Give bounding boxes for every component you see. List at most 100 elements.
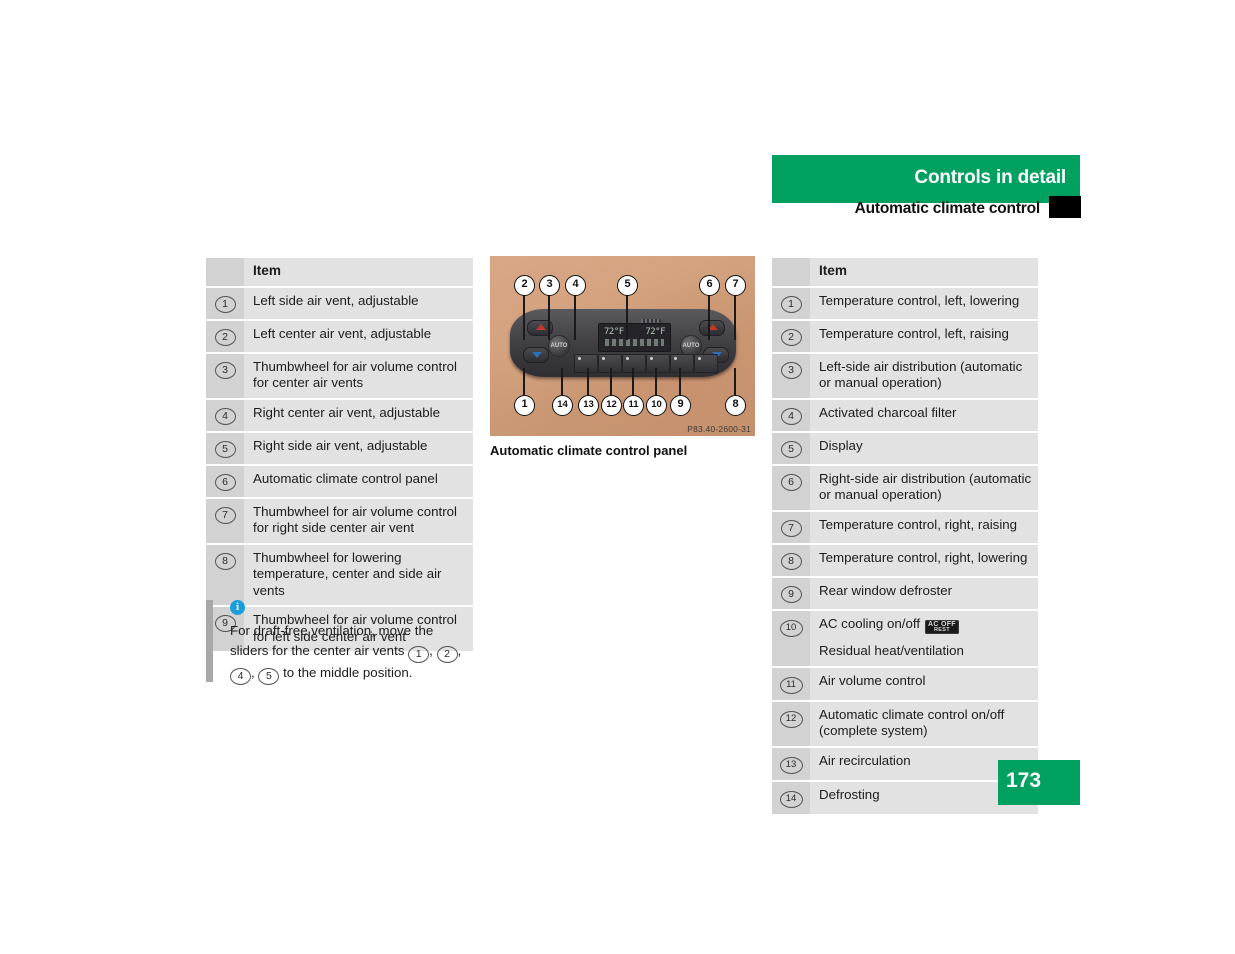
circled-number: 10 — [779, 619, 803, 637]
table-row: 11 Air volume control — [772, 666, 1038, 702]
callout-leader-line — [523, 293, 525, 340]
circled-number: 2 — [214, 328, 236, 346]
callout-leader-line — [734, 368, 736, 395]
table-row: 7 Thumbwheel for air volume control for r… — [206, 497, 473, 545]
table-row: 4 Right center air vent, adjustable — [206, 398, 473, 433]
row-item-text: Display — [819, 437, 863, 453]
table-header-row: Item — [772, 258, 1038, 288]
note-text: For draft-free ventilation, move the sli… — [230, 621, 472, 685]
figure-callout-4: 4 — [565, 275, 586, 296]
circled-number: 12 — [779, 710, 803, 728]
display-airflow-indicator-icon — [605, 339, 664, 346]
row-item-text: Temperature control, left, lowering — [819, 292, 1020, 308]
row-item-cell: Automatic climate control panel — [244, 464, 473, 499]
callout-leader-line — [587, 368, 589, 395]
climate-display: 72°F 72°F — [598, 323, 671, 352]
row-item-text: Right-side air distribution (automatic o… — [819, 470, 1032, 503]
row-item-cell: AC cooling on/off AC OFF REST Residual heat… — [810, 609, 1038, 668]
row-item-cell: Temperature control, left, lowering — [810, 286, 1038, 321]
row-item-cell: Display — [810, 431, 1038, 466]
row-number-cell: 6 — [772, 464, 810, 512]
table-row: 8 Temperature control, right, lowering — [772, 543, 1038, 578]
table-row: 1 Left side air vent, adjustable — [206, 286, 473, 321]
figure-reference-number: P83.40-2600-31 — [687, 424, 751, 434]
column-header-item: Item — [244, 258, 473, 288]
row-item-cell: Right center air vent, adjustable — [244, 398, 473, 433]
defrost-button-icon — [574, 354, 598, 373]
row-item-text: Right side air vent, adjustable — [253, 437, 428, 453]
callout-leader-line — [548, 293, 550, 340]
row-item-text: Thumbwheel for lowering temperature, cen… — [253, 549, 442, 598]
row-number-cell: 3 — [206, 352, 244, 400]
table-row: 6 Automatic climate control panel — [206, 464, 473, 499]
circled-number: 5 — [258, 667, 280, 685]
note-content: i For draft-free ventilation, move the s… — [230, 600, 472, 685]
row-item-cell: Air volume control — [810, 666, 1038, 702]
row-item-cell: Left-side air distribution (automatic or… — [810, 352, 1038, 400]
table-row: 2 Left center air vent, adjustable — [206, 319, 473, 354]
row-item-text: Left-side air distribution (automatic or… — [819, 358, 1023, 391]
figure-image: AUTO AUTO 72°F 72°F 2 3 4 5 6 7 1 14 13 12 11 10 9 8 … — [490, 256, 755, 436]
row-item-text: Left side air vent, adjustable — [253, 292, 419, 308]
circled-number: 5 — [214, 440, 236, 458]
circled-number: 1 — [214, 295, 236, 313]
display-left-temperature: 72°F — [604, 327, 624, 337]
callout-leader-line — [626, 293, 628, 340]
table-row: 6 Right-side air distribution (automatic … — [772, 464, 1038, 512]
callout-leader-line — [561, 368, 563, 395]
page-number-box: 173 — [998, 760, 1080, 805]
row-number-cell: 2 — [206, 319, 244, 354]
figure-callout-7: 7 — [725, 275, 746, 296]
row-item-cell: Temperature control, left, raising — [810, 319, 1038, 354]
table-row: 4 Activated charcoal filter — [772, 398, 1038, 433]
row-number-cell: 1 — [206, 286, 244, 321]
circled-number: 4 — [780, 407, 802, 425]
figure-callout-11: 11 — [623, 395, 644, 416]
row-item-text: Air volume control — [819, 672, 926, 688]
figure-callout-12: 12 — [601, 395, 622, 416]
circled-number: 2 — [436, 645, 458, 663]
callout-leader-line — [679, 368, 681, 395]
row-item-text: Right center air vent, adjustable — [253, 404, 441, 420]
callout-leader-line — [655, 368, 657, 395]
table-row: 9 Rear window defroster — [772, 576, 1038, 611]
table-row: 10 AC cooling on/off AC OFF REST Residual he… — [772, 609, 1038, 668]
row-number-cell: 8 — [206, 543, 244, 607]
ac-off-rest-badge-icon: AC OFF REST — [925, 619, 959, 634]
row-number-cell: 3 — [772, 352, 810, 400]
circled-number: 13 — [779, 756, 803, 774]
circled-number: 4 — [214, 407, 236, 425]
table-header-row: Item — [206, 258, 473, 288]
row-number-cell: 5 — [206, 431, 244, 466]
row-number-cell: 9 — [772, 576, 810, 611]
page-title: Controls in detail — [914, 167, 1066, 188]
circled-number: 3 — [780, 361, 802, 379]
row-item-cell: Automatic climate control on/off (comple… — [810, 700, 1038, 748]
circled-number: 1 — [780, 295, 802, 313]
auto-system-button-icon — [622, 354, 646, 373]
callout-leader-line — [708, 293, 710, 340]
circled-number: 11 — [779, 676, 803, 694]
auto-knob-left-icon: AUTO — [548, 335, 570, 357]
callout-leader-line — [574, 293, 576, 340]
row-number-cell: 1 — [772, 286, 810, 321]
circled-number: 6 — [780, 473, 802, 491]
row-number-cell: 10 — [772, 609, 810, 668]
callout-leader-line — [632, 368, 634, 395]
table-row: 8 Thumbwheel for lowering temperature, ce… — [206, 543, 473, 607]
table-row: 1 Temperature control, left, lowering — [772, 286, 1038, 321]
figure-caption: Automatic climate control panel — [490, 443, 688, 458]
row-item-cell: Right side air vent, adjustable — [244, 431, 473, 466]
climate-control-panel-graphic: AUTO AUTO 72°F 72°F — [510, 309, 736, 377]
circled-number: 8 — [780, 552, 802, 570]
figure-automatic-climate-control-panel: AUTO AUTO 72°F 72°F 2 3 4 5 6 7 1 14 13 12 11 10 9 8 … — [490, 256, 755, 458]
row-item-text: Thumbwheel for air volume control for ce… — [253, 358, 457, 391]
figure-callout-8: 8 — [725, 395, 746, 416]
row-item-cell: Activated charcoal filter — [810, 398, 1038, 433]
row-number-cell: 6 — [206, 464, 244, 499]
row-item-text: Temperature control, left, raising — [819, 325, 1009, 341]
row-number-cell: 4 — [206, 398, 244, 433]
row-item-text: Automatic climate control on/off (comple… — [819, 706, 1005, 739]
figure-callout-13: 13 — [578, 395, 599, 416]
callout-leader-line — [610, 368, 612, 395]
